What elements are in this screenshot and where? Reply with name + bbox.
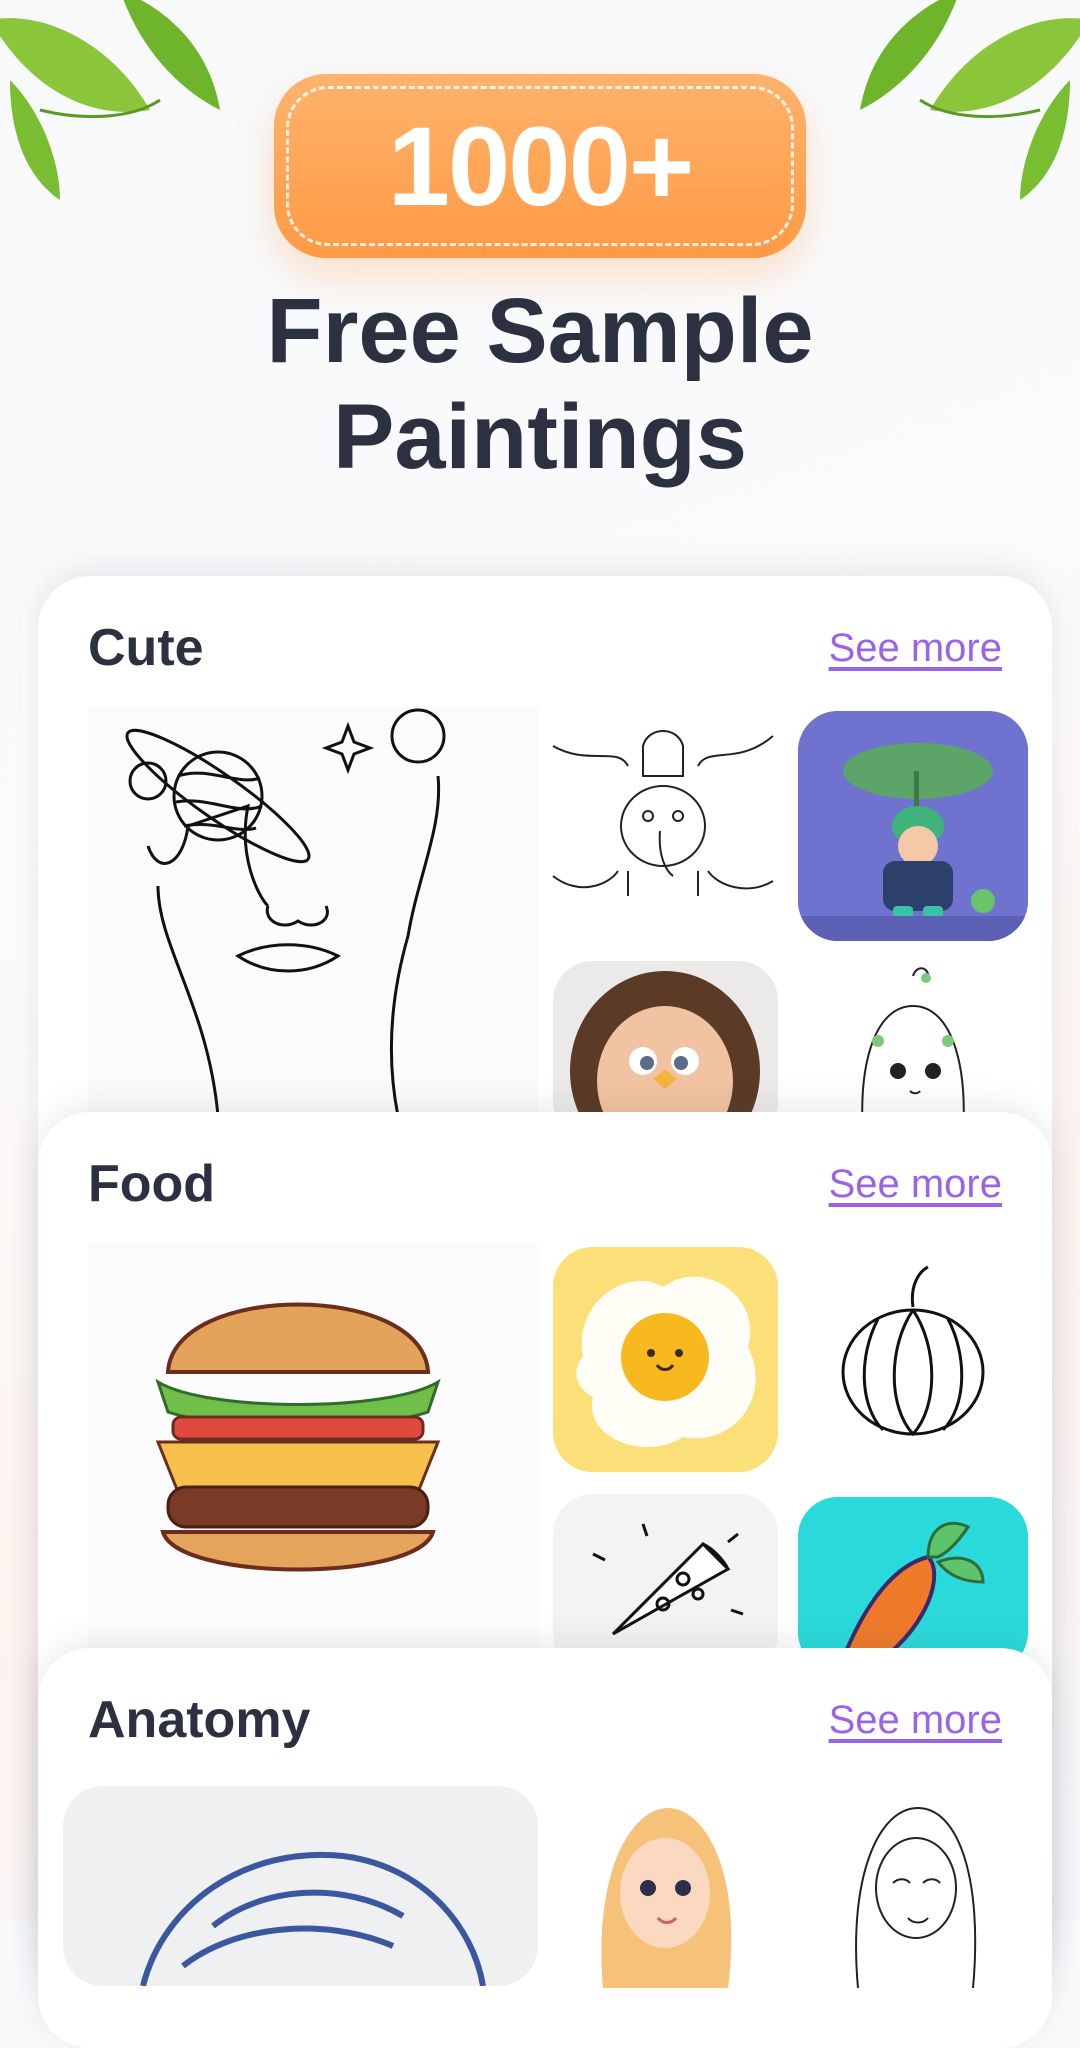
sample-painting-girl-sketch[interactable] — [798, 966, 1028, 1136]
sample-painting-egg[interactable] — [553, 1247, 778, 1472]
category-title: Food — [88, 1155, 216, 1213]
sample-painting-elephant[interactable] — [548, 706, 778, 916]
sample-painting-carrot[interactable] — [798, 1497, 1028, 1672]
title-line-1: Free Sample — [266, 280, 814, 382]
category-title: Anatomy — [88, 1691, 311, 1749]
sample-painting-burger[interactable] — [88, 1242, 538, 1652]
sample-painting-space-face[interactable] — [88, 706, 538, 1116]
sample-painting-woman-sketch[interactable] — [798, 1788, 1028, 1988]
see-more-link[interactable]: See more — [829, 1162, 1002, 1207]
see-more-link[interactable]: See more — [829, 1698, 1002, 1743]
sample-painting-rain-kid[interactable] — [798, 711, 1028, 941]
leaves-decoration-left — [0, 0, 220, 200]
sample-painting-hair-sketch[interactable] — [63, 1786, 538, 1986]
count-badge: 1000+ — [274, 74, 806, 258]
category-title: Cute — [88, 619, 204, 677]
page-title: Free Sample Paintings — [0, 278, 1080, 490]
sample-painting-pumpkin[interactable] — [798, 1247, 1028, 1472]
badge-text: 1000+ — [387, 103, 695, 229]
title-line-2: Paintings — [332, 386, 748, 488]
category-card-anatomy: Anatomy See more — [38, 1648, 1052, 2048]
leaves-decoration-right — [860, 0, 1080, 200]
see-more-link[interactable]: See more — [829, 626, 1002, 671]
sample-painting-pizza[interactable] — [553, 1494, 778, 1674]
sample-painting-blonde-girl[interactable] — [553, 1788, 778, 1988]
